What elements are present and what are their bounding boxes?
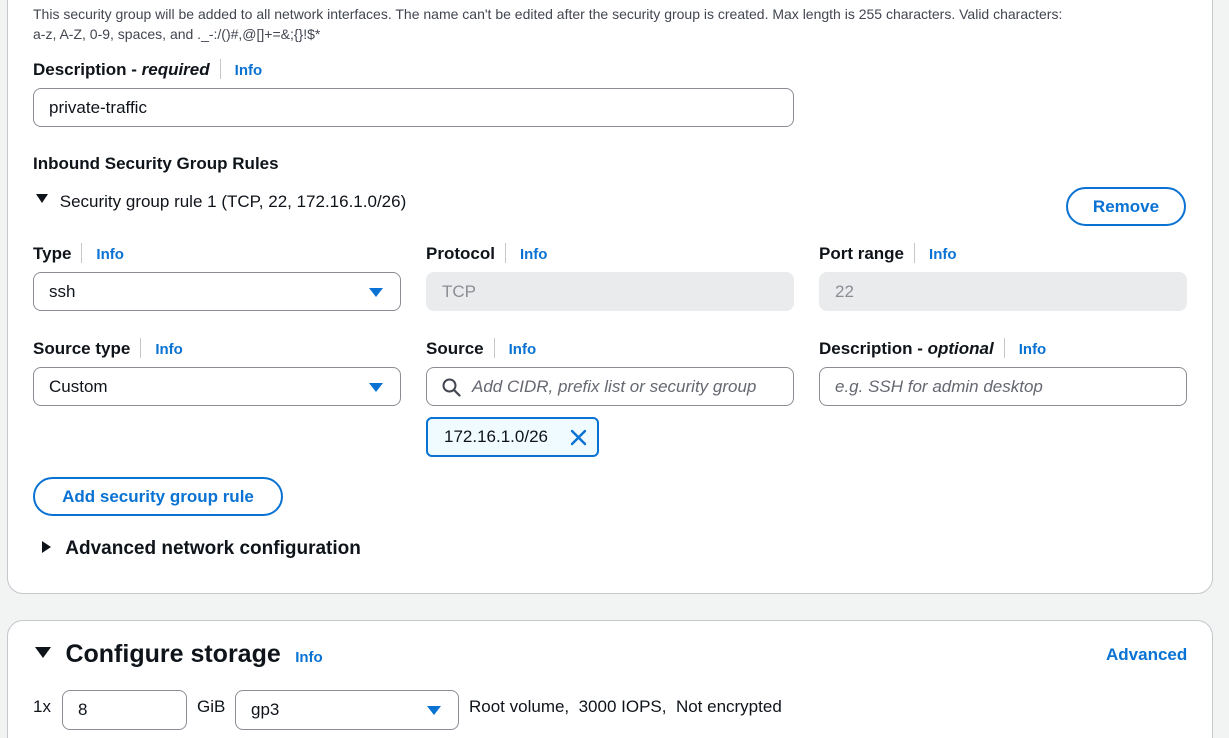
- rule-1-expander[interactable]: Security group rule 1 (TCP, 22, 172.16.1…: [36, 192, 406, 212]
- rule-description-optional-text: optional: [927, 339, 994, 358]
- volume-type-select[interactable]: gp3: [235, 690, 459, 730]
- search-icon: [442, 378, 461, 397]
- caret-down-icon: [369, 288, 383, 297]
- port-range-info-link[interactable]: Info: [929, 246, 957, 263]
- configure-storage-title: Configure storage: [65, 640, 281, 668]
- rule-description-input[interactable]: e.g. SSH for admin desktop: [819, 367, 1187, 406]
- volume-size-value: 8: [78, 700, 88, 719]
- source-token-label: 172.16.1.0/26: [444, 427, 548, 446]
- protocol-info-link[interactable]: Info: [520, 246, 548, 263]
- caret-down-icon: [35, 647, 51, 659]
- type-value: ssh: [49, 282, 76, 301]
- rule-description-info-link[interactable]: Info: [1019, 341, 1047, 358]
- source-info-link[interactable]: Info: [509, 341, 537, 358]
- description-label-row: Description - required Info: [33, 58, 263, 81]
- source-type-label-row: Source type Info: [33, 337, 183, 360]
- storage-advanced-link[interactable]: Advanced: [1106, 645, 1187, 665]
- caret-down-icon: [369, 383, 383, 392]
- inbound-rules-title: Inbound Security Group Rules: [33, 154, 279, 173]
- volume-size-input[interactable]: 8: [62, 690, 187, 730]
- port-range-label-row: Port range Info: [819, 242, 957, 265]
- port-range-value: 22: [835, 282, 854, 301]
- source-type-info-link[interactable]: Info: [155, 341, 183, 358]
- protocol-value: TCP: [442, 282, 476, 301]
- source-label-row: Source Info: [426, 337, 537, 360]
- advanced-network-label: Advanced network configuration: [65, 538, 361, 559]
- caret-down-icon: [427, 706, 441, 715]
- description-label: Description -: [33, 60, 142, 79]
- rule-1-title: Security group rule 1 (TCP, 22, 172.16.1…: [59, 192, 407, 211]
- caret-down-icon: [36, 194, 48, 204]
- description-input[interactable]: private-traffic: [33, 88, 794, 127]
- volume-type-value: gp3: [251, 700, 280, 719]
- protocol-label-row: Protocol Info: [426, 242, 548, 265]
- protocol-label: Protocol: [426, 244, 495, 263]
- port-range-input: 22: [819, 272, 1187, 311]
- description-info-link[interactable]: Info: [235, 62, 263, 79]
- port-range-label: Port range: [819, 244, 905, 263]
- source-type-value: Custom: [49, 377, 108, 396]
- caret-right-icon: [42, 540, 51, 553]
- rule-description-label-row: Description - optional Info: [819, 337, 1047, 360]
- storage-info-link[interactable]: Info: [295, 649, 323, 666]
- security-group-name-help: This security group will be added to all…: [33, 4, 1203, 44]
- remove-rule-button[interactable]: Remove: [1066, 187, 1186, 226]
- protocol-input: TCP: [426, 272, 794, 311]
- source-type-select[interactable]: Custom: [33, 367, 401, 406]
- type-label-row: Type Info: [33, 242, 124, 265]
- help-line-1: This security group will be added to all…: [33, 6, 1063, 22]
- source-input[interactable]: Add CIDR, prefix list or security group: [426, 367, 794, 406]
- source-type-label: Source type: [33, 339, 131, 358]
- volume-count: 1x: [33, 697, 51, 716]
- remove-rule-label: Remove: [1092, 197, 1160, 216]
- source-label: Source: [426, 339, 484, 358]
- volume-summary: Root volume, 3000 IOPS, Not encrypted: [469, 697, 782, 716]
- rule-description-placeholder: e.g. SSH for admin desktop: [835, 377, 1043, 396]
- description-required-text: required: [141, 60, 210, 79]
- help-line-2: a-z, A-Z, 0-9, spaces, and ._-:/()#,@[]+…: [33, 26, 321, 42]
- add-rule-label: Add security group rule: [62, 487, 254, 506]
- configure-storage-header[interactable]: Configure storage Info: [35, 640, 323, 669]
- rule-description-label: Description -: [819, 339, 928, 358]
- dismiss-icon[interactable]: [570, 429, 587, 446]
- type-info-link[interactable]: Info: [96, 246, 124, 263]
- type-select[interactable]: ssh: [33, 272, 401, 311]
- source-placeholder: Add CIDR, prefix list or security group: [472, 377, 757, 396]
- configure-storage-panel: [7, 620, 1213, 738]
- description-value: private-traffic: [49, 98, 147, 117]
- advanced-network-expander[interactable]: Advanced network configuration: [42, 538, 361, 560]
- type-label: Type: [33, 244, 72, 263]
- add-security-group-rule-button[interactable]: Add security group rule: [33, 477, 283, 516]
- volume-unit: GiB: [197, 697, 226, 716]
- source-token: 172.16.1.0/26: [426, 417, 599, 457]
